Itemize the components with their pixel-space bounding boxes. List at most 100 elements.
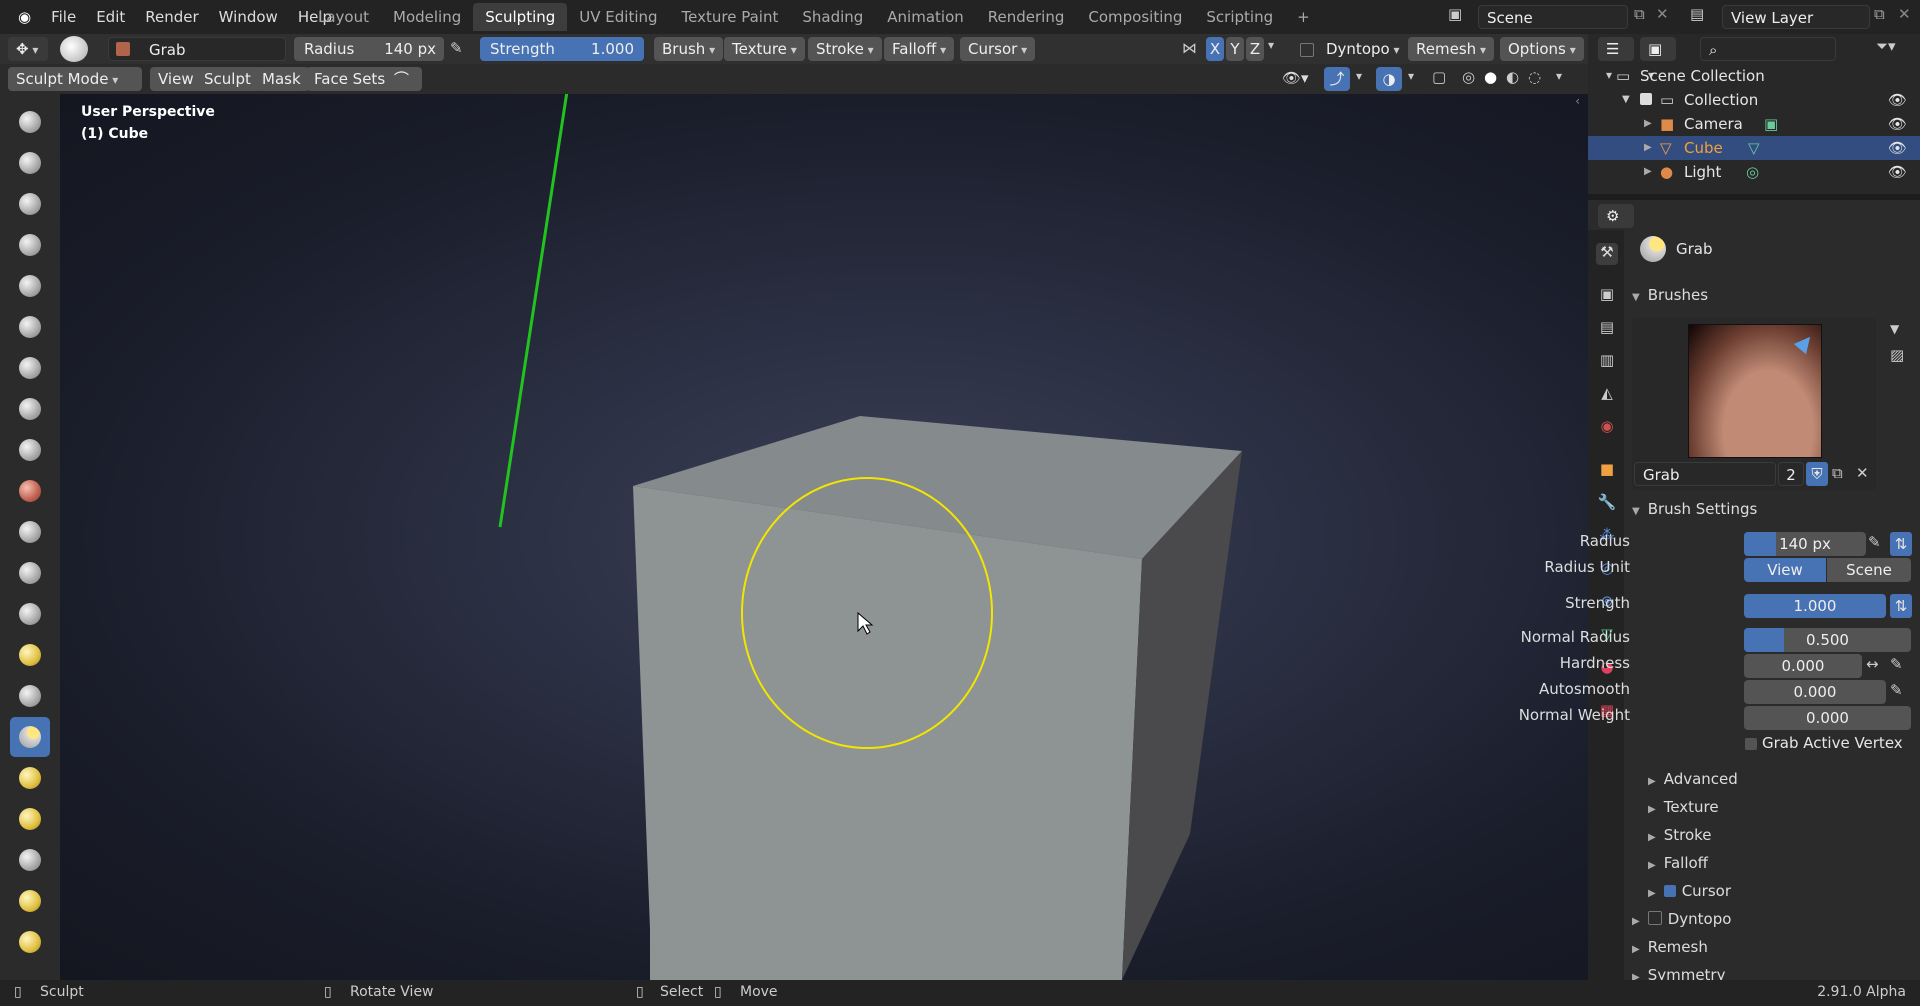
tab-texture-paint[interactable]: Texture Paint <box>670 3 791 31</box>
face-sets-menu[interactable]: Face Sets <box>306 67 394 91</box>
view-menu[interactable]: View <box>150 67 202 91</box>
brush-users-count[interactable]: 2 <box>1778 462 1804 486</box>
layer-tool[interactable] <box>10 307 50 347</box>
pose-tool[interactable] <box>10 881 50 921</box>
new-scene-icon[interactable]: ⧉ <box>1634 5 1645 23</box>
normal-weight-slider[interactable]: 0.000 <box>1744 706 1911 730</box>
view-layer-tab-icon[interactable]: ▥ <box>1596 351 1618 373</box>
view-layer-field[interactable]: View Layer <box>1722 5 1870 29</box>
pinch-tool[interactable] <box>10 676 50 716</box>
fake-user-shield-icon[interactable]: ⛨ <box>1806 462 1828 486</box>
draw-sharp-tool[interactable] <box>10 143 50 183</box>
autosmooth-slider[interactable]: 0.000 <box>1744 680 1886 704</box>
radius-slider[interactable]: Radius 140 px <box>294 37 444 61</box>
mask-menu[interactable]: Mask <box>254 67 309 91</box>
outliner-row-scene-collection[interactable]: ▭ Scene Collection <box>1588 64 1920 88</box>
outliner-row-light[interactable]: ▶ ● Light ◎ 👁 <box>1588 160 1920 184</box>
radius-unit-view-button[interactable]: View <box>1744 558 1826 582</box>
clay-thumb-tool[interactable] <box>10 266 50 306</box>
brush-image-icon[interactable]: ▨ <box>1890 346 1904 364</box>
tab-modeling[interactable]: Modeling <box>381 3 473 31</box>
3d-viewport[interactable]: User Perspective (1) Cube ‹ <box>60 94 1588 980</box>
wireframe-shading-icon[interactable]: ◎ <box>1462 68 1475 86</box>
outliner-row-collection[interactable]: ▼ ▭ Collection 👁 <box>1588 88 1920 112</box>
cursor-menu[interactable]: Cursor <box>960 37 1036 61</box>
object-tab-icon[interactable]: ■ <box>1596 460 1618 482</box>
overlays-dropdown-icon[interactable]: ▾ <box>1408 69 1414 83</box>
gizmo-icon[interactable]: ⤴ <box>1324 67 1350 91</box>
nudge-tool[interactable] <box>10 922 50 962</box>
display-mode-icon[interactable]: ▣ <box>1640 37 1676 61</box>
multiplane-scrape-tool[interactable] <box>10 635 50 675</box>
clay-strips-tool[interactable] <box>10 225 50 265</box>
symmetry-dropdown-icon[interactable]: ▾ <box>1268 38 1274 52</box>
scene-field[interactable]: Scene <box>1478 5 1628 29</box>
grab-active-vertex-checkbox[interactable] <box>1745 738 1757 750</box>
tab-compositing[interactable]: Compositing <box>1076 3 1194 31</box>
symmetry-panel-header[interactable]: ▶ Symmetry <box>1632 966 1725 980</box>
remesh-panel-header[interactable]: ▶ Remesh <box>1632 938 1708 956</box>
xray-icon[interactable]: ▢ <box>1432 68 1446 86</box>
hardness-invert-icon[interactable]: ↔ <box>1866 655 1879 673</box>
material-shading-icon[interactable]: ◐ <box>1506 68 1519 86</box>
strength-pressure-toggle-icon[interactable]: ⇅ <box>1890 594 1912 618</box>
inflate-tool[interactable] <box>10 348 50 388</box>
elastic-deform-tool[interactable] <box>10 758 50 798</box>
camera-visibility-icon[interactable]: 👁 <box>1888 112 1907 136</box>
hardness-pressure-icon[interactable]: ✎ <box>1890 655 1903 673</box>
expand-icon[interactable]: ▶ <box>1644 112 1652 136</box>
tab-sculpting[interactable]: Sculpting <box>473 3 568 31</box>
grab-tool[interactable] <box>10 717 50 757</box>
cursor-checkbox[interactable] <box>1663 885 1676 897</box>
dyntopo-menu[interactable]: Dyntopo <box>1318 37 1408 61</box>
brush-settings-panel-header[interactable]: ▼ Brush Settings <box>1632 500 1757 518</box>
hardness-slider[interactable]: 0.000 <box>1744 654 1862 678</box>
brush-thumbnail[interactable] <box>1688 324 1822 458</box>
dyntopo-panel-checkbox[interactable] <box>1647 911 1662 925</box>
output-tab-icon[interactable]: ▤ <box>1596 318 1618 340</box>
light-visibility-icon[interactable]: 👁 <box>1888 160 1907 184</box>
camera-data-icon[interactable]: ▣ <box>1764 112 1778 136</box>
scene-icon[interactable]: ▣ <box>1448 5 1472 29</box>
duplicate-brush-icon[interactable]: ⧉ <box>1832 464 1843 482</box>
outliner-search-input[interactable]: ⌕ <box>1700 37 1836 61</box>
expand-icon[interactable]: ▶ <box>1644 136 1652 160</box>
radius-prop-slider[interactable]: 140 px <box>1744 532 1866 556</box>
thumb-tool[interactable] <box>10 840 50 880</box>
gizmo-dropdown-icon[interactable]: ▾ <box>1356 69 1362 83</box>
symmetry-icon[interactable]: ⋈ <box>1182 39 1197 57</box>
rendered-shading-icon[interactable]: ◌ <box>1528 68 1541 86</box>
properties-editor-icon[interactable]: ⚙ <box>1598 204 1634 228</box>
radius-pressure-icon[interactable]: ✎ <box>450 39 463 57</box>
clay-tool[interactable] <box>10 184 50 224</box>
mode-selector[interactable]: Sculpt Mode <box>8 67 142 91</box>
axis-x-toggle[interactable]: X <box>1206 37 1224 61</box>
axis-y-toggle[interactable]: Y <box>1226 37 1244 61</box>
solid-shading-icon[interactable]: ● <box>1484 68 1497 86</box>
flatten-tool[interactable] <box>10 512 50 552</box>
collection-visibility-icon[interactable]: 👁 <box>1888 88 1907 112</box>
tab-shading[interactable]: Shading <box>790 3 875 31</box>
scrape-tool[interactable] <box>10 594 50 634</box>
remesh-menu[interactable]: Remesh <box>1408 37 1494 61</box>
tab-animation[interactable]: Animation <box>875 3 975 31</box>
radius-unit-scene-button[interactable]: Scene <box>1827 558 1911 582</box>
expand-icon[interactable]: ▶ <box>1644 160 1652 184</box>
overlays-icon[interactable]: ◑ <box>1376 67 1402 91</box>
texture-subpanel[interactable]: ▶ Texture <box>1648 798 1719 816</box>
render-tab-icon[interactable]: ▣ <box>1596 285 1618 307</box>
autosmooth-pressure-icon[interactable]: ✎ <box>1890 681 1903 699</box>
scene-tab-icon[interactable]: ◭ <box>1596 384 1618 406</box>
sculpt-menu[interactable]: Sculpt <box>196 67 259 91</box>
visibility-icon[interactable]: 👁▾ <box>1282 69 1309 87</box>
brush-name-input[interactable]: Grab <box>1634 462 1776 486</box>
falloff-curve-icon[interactable]: ⌒ <box>386 67 422 91</box>
tab-rendering[interactable]: Rendering <box>976 3 1077 31</box>
texture-menu[interactable]: Texture <box>724 37 805 61</box>
outliner-editor-icon[interactable]: ☰ <box>1598 37 1634 61</box>
collection-checkbox[interactable] <box>1640 93 1652 105</box>
view-layer-icon[interactable]: ▤ <box>1690 5 1704 23</box>
brush-list-dropdown-icon[interactable]: ▼ <box>1890 322 1899 336</box>
strength-slider[interactable]: Strength 1.000 <box>480 37 644 61</box>
filter-icon[interactable]: ⏷▾ <box>1876 37 1896 55</box>
